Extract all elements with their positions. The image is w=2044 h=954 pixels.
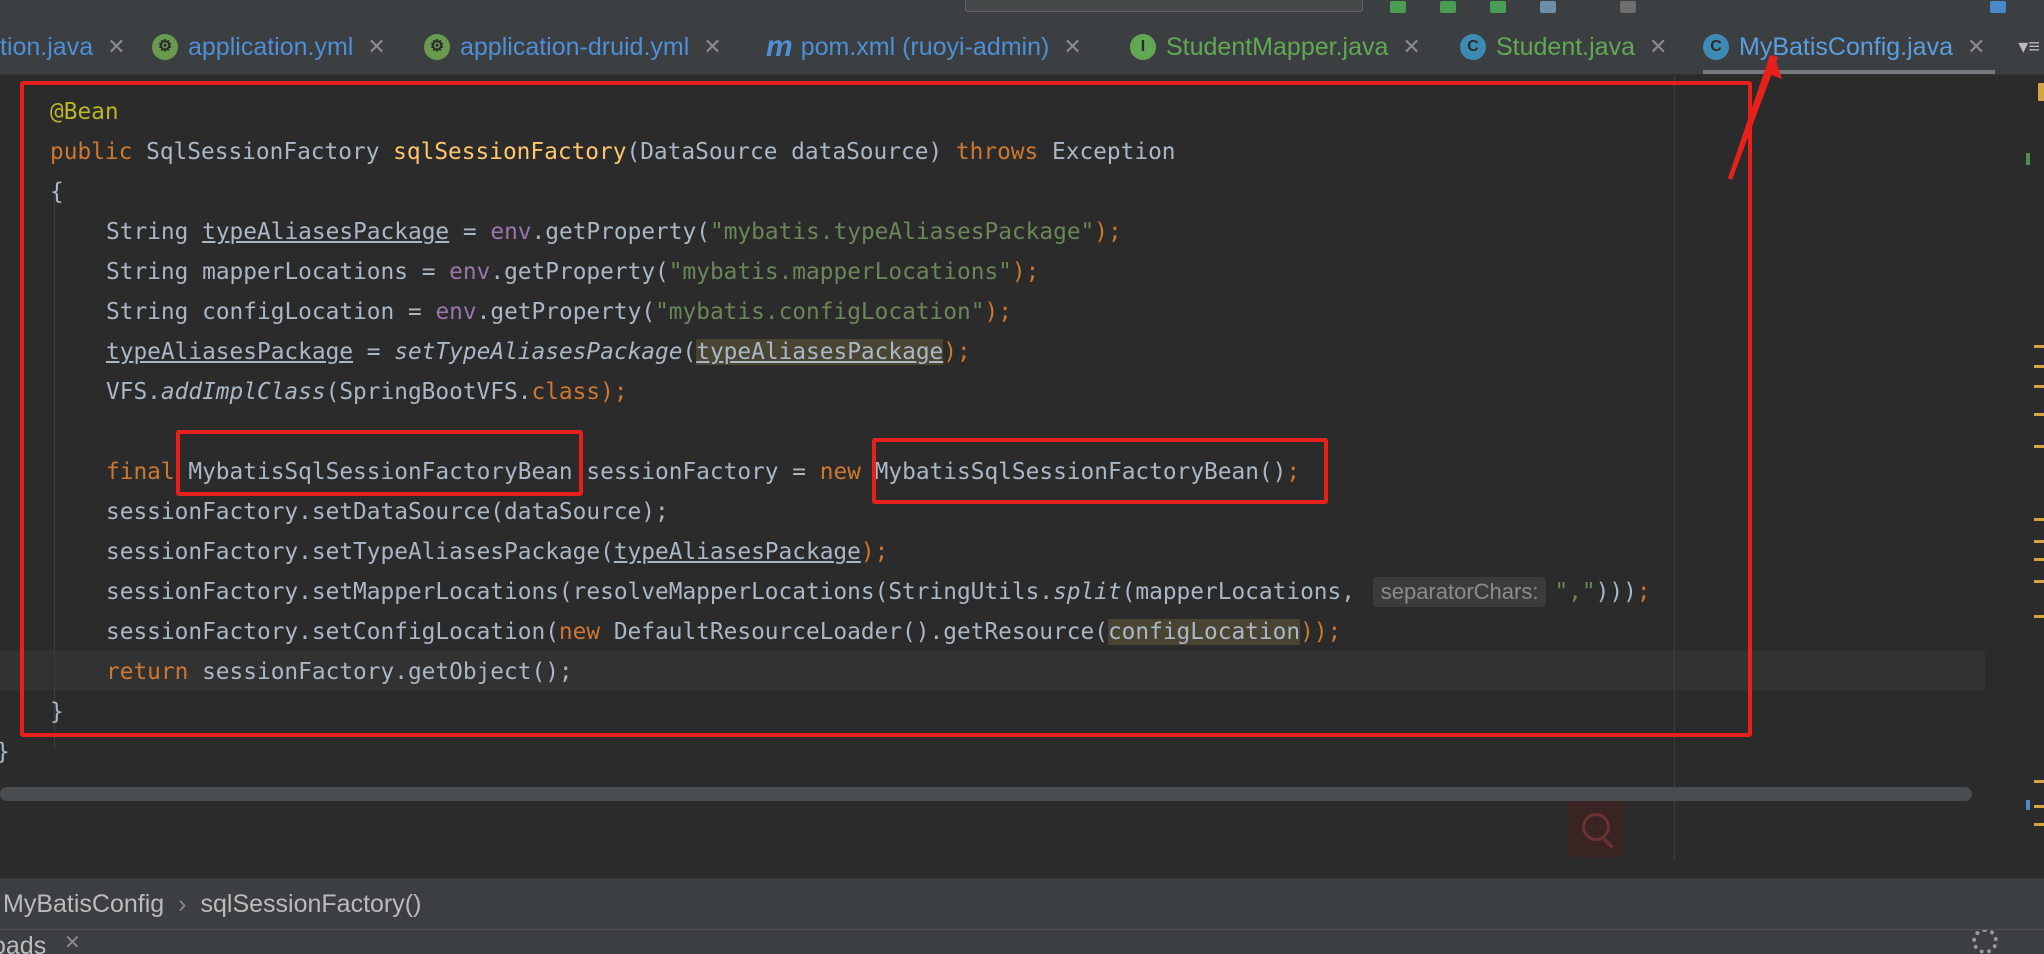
run-icon[interactable] [1390, 1, 1406, 13]
close-icon[interactable]: ✕ [64, 930, 81, 954]
class-icon: C [1460, 34, 1486, 60]
warning-marker[interactable] [2034, 823, 2044, 826]
chevron-right-icon: › [178, 889, 187, 918]
tab-tion-java[interactable]: tion.java ✕ [0, 20, 126, 74]
change-marker[interactable] [2026, 153, 2030, 165]
tab-label: StudentMapper.java [1166, 32, 1389, 61]
spring-yaml-icon: ⚙ [152, 34, 178, 60]
code-line-17: } [0, 734, 10, 770]
close-icon[interactable]: ✕ [107, 34, 125, 60]
spring-yaml-icon: ⚙ [424, 34, 450, 60]
gear-icon[interactable] [1972, 930, 1998, 954]
breadcrumb-method[interactable]: sqlSessionFactory() [201, 890, 422, 919]
maven-icon: m [766, 30, 793, 63]
breadcrumb-class[interactable]: MyBatisConfig [3, 890, 164, 919]
run-configuration-selector[interactable] [965, 0, 1363, 12]
warning-marker[interactable] [2034, 345, 2044, 348]
tab-label: application-druid.yml [460, 32, 690, 61]
tab-label: application.yml [188, 32, 354, 61]
warning-marker[interactable] [2034, 445, 2044, 448]
tool-window-title[interactable]: oads [0, 932, 46, 954]
coverage-icon[interactable] [1490, 1, 1506, 13]
warning-marker[interactable] [2034, 518, 2044, 521]
debug-icon[interactable] [1440, 1, 1456, 13]
warning-marker[interactable] [2034, 805, 2044, 808]
toolbar [0, 0, 2044, 20]
profile-icon[interactable] [1540, 1, 1556, 13]
annotation-arrow [1728, 55, 1782, 180]
warning-marker[interactable] [2034, 385, 2044, 388]
error-stripe[interactable] [2018, 75, 2044, 860]
tab-label: pom.xml (ruoyi-admin) [800, 32, 1050, 61]
close-icon[interactable]: ✕ [1063, 34, 1081, 60]
info-marker[interactable] [2026, 800, 2030, 810]
warning-marker[interactable] [2034, 365, 2044, 368]
bottom-tool-window-header: oads ✕ [0, 929, 2044, 954]
project-structure-icon[interactable] [1990, 1, 2006, 13]
search-icon[interactable] [1568, 801, 1624, 857]
warning-marker[interactable] [2034, 413, 2044, 416]
close-icon[interactable]: ✕ [1402, 34, 1420, 60]
close-icon[interactable]: ✕ [367, 34, 385, 60]
breadcrumb: MyBatisConfig › sqlSessionFactory() [0, 878, 2044, 929]
tab-student-java[interactable]: C Student.java ✕ [1460, 20, 1667, 74]
highlight-box-type [176, 430, 583, 496]
tab-pom-xml[interactable]: m pom.xml (ruoyi-admin) ✕ [766, 20, 1082, 74]
tab-label: tion.java [0, 32, 94, 61]
warning-marker[interactable] [2034, 558, 2044, 561]
close-icon[interactable]: ✕ [1649, 34, 1667, 60]
tab-list-menu-icon[interactable]: ▾≡ [2018, 34, 2040, 59]
tab-studentmapper-java[interactable]: I StudentMapper.java ✕ [1130, 20, 1421, 74]
interface-icon: I [1130, 34, 1156, 60]
warning-marker[interactable] [2034, 780, 2044, 783]
warning-marker[interactable] [2034, 580, 2044, 583]
highlight-box-constructor [872, 438, 1328, 504]
close-icon[interactable]: ✕ [1967, 34, 1985, 60]
warning-marker[interactable] [2034, 540, 2044, 543]
code-editor[interactable]: @Bean public SqlSessionFactory sqlSessio… [0, 55, 2044, 860]
tab-label: Student.java [1496, 32, 1635, 61]
tab-application-druid-yml[interactable]: ⚙ application-druid.yml ✕ [424, 20, 722, 74]
tab-application-yml[interactable]: ⚙ application.yml ✕ [152, 20, 386, 74]
highlight-box-method [20, 81, 1752, 737]
close-icon[interactable]: ✕ [703, 34, 721, 60]
horizontal-scrollbar[interactable] [0, 787, 1972, 801]
stop-icon[interactable] [1620, 1, 1636, 13]
warning-marker[interactable] [2038, 83, 2044, 101]
warning-marker[interactable] [2034, 615, 2044, 618]
